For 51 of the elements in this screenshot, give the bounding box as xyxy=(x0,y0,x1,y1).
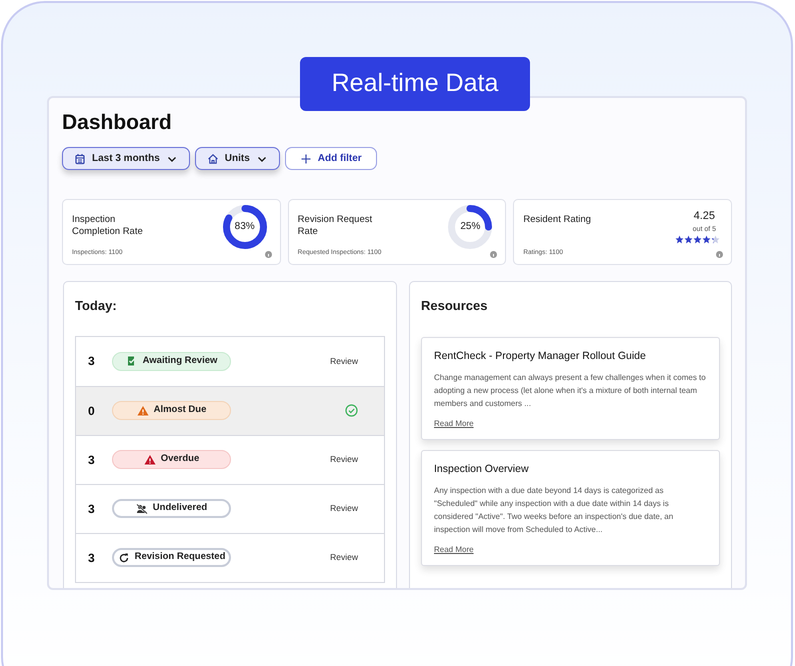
star-icon xyxy=(675,235,684,244)
article-title: Inspection Overview xyxy=(434,462,530,476)
article-title: RentCheck - Property Manager Rollout Guide xyxy=(434,348,647,362)
review-link[interactable]: Review xyxy=(330,551,358,564)
filter-dropdown[interactable]: Units xyxy=(194,147,280,170)
review-link[interactable]: Review xyxy=(330,502,358,515)
star-icon xyxy=(693,235,702,244)
task-count: 3 xyxy=(88,452,96,468)
warning-icon xyxy=(144,454,156,466)
donut-reading: 25% xyxy=(460,221,480,232)
review-link[interactable]: Review xyxy=(330,354,358,368)
refresh-icon xyxy=(118,552,130,564)
calendar-icon xyxy=(74,152,86,164)
star-icon xyxy=(702,235,712,244)
task-count: 3 xyxy=(88,500,96,518)
article-excerpt: Any inspection with a due date beyond 14 days is categorized as "Scheduled" while any inspection with a due date within 14 days is considered "Active". Two weeks before an inspection's due date, an inspection will move from Scheduled to Active... xyxy=(434,484,674,536)
info-icon xyxy=(716,251,724,258)
task-count: 3 xyxy=(88,550,96,566)
stat-title: Resident Rating xyxy=(523,214,592,226)
info-icon xyxy=(490,251,498,258)
home-icon xyxy=(206,152,219,164)
page-title: Dashboard xyxy=(62,110,172,136)
filter-dropdown[interactable]: Last 3 months xyxy=(62,147,190,170)
feature-badge: Real-time Data xyxy=(300,57,530,111)
plus-icon xyxy=(300,152,312,164)
donut-chart xyxy=(448,205,492,249)
star-icon xyxy=(711,235,720,244)
task-count: 3 xyxy=(88,353,96,370)
status-badge: Overdue xyxy=(112,450,231,469)
status-badge: Undelivered xyxy=(112,499,231,518)
task-row[interactable]: 0 Almost Due xyxy=(76,386,384,434)
donut-chart xyxy=(222,205,267,249)
panel-title: Today: xyxy=(75,297,117,315)
info-icon xyxy=(264,251,272,258)
review-link[interactable]: Review xyxy=(330,453,358,466)
task-count: 0 xyxy=(88,402,96,420)
panel-title: Resources xyxy=(421,297,488,315)
read-more-link[interactable]: Read More xyxy=(434,418,474,430)
article-excerpt: Change management can always present a few challenges when it comes to adopting a new process (let alone when it's a mixture of both internal team members and customers ... xyxy=(434,372,707,410)
add-filter-button[interactable]: Add filter xyxy=(284,147,377,170)
status-badge: Almost Due xyxy=(112,401,231,420)
status-badge: Revision Requested xyxy=(112,548,231,567)
read-more-link[interactable]: Read More xyxy=(434,544,474,556)
stat-title: Inspection Completion Rate xyxy=(72,214,144,238)
stat-title: Revision Request Rate xyxy=(298,214,374,238)
donut-reading: 83% xyxy=(234,221,255,232)
rating-value: 4.25 xyxy=(694,209,716,224)
people-slash-icon xyxy=(136,502,148,514)
star-icon xyxy=(684,235,694,244)
status-badge: Awaiting Review xyxy=(112,352,231,370)
warning-icon xyxy=(136,404,149,416)
